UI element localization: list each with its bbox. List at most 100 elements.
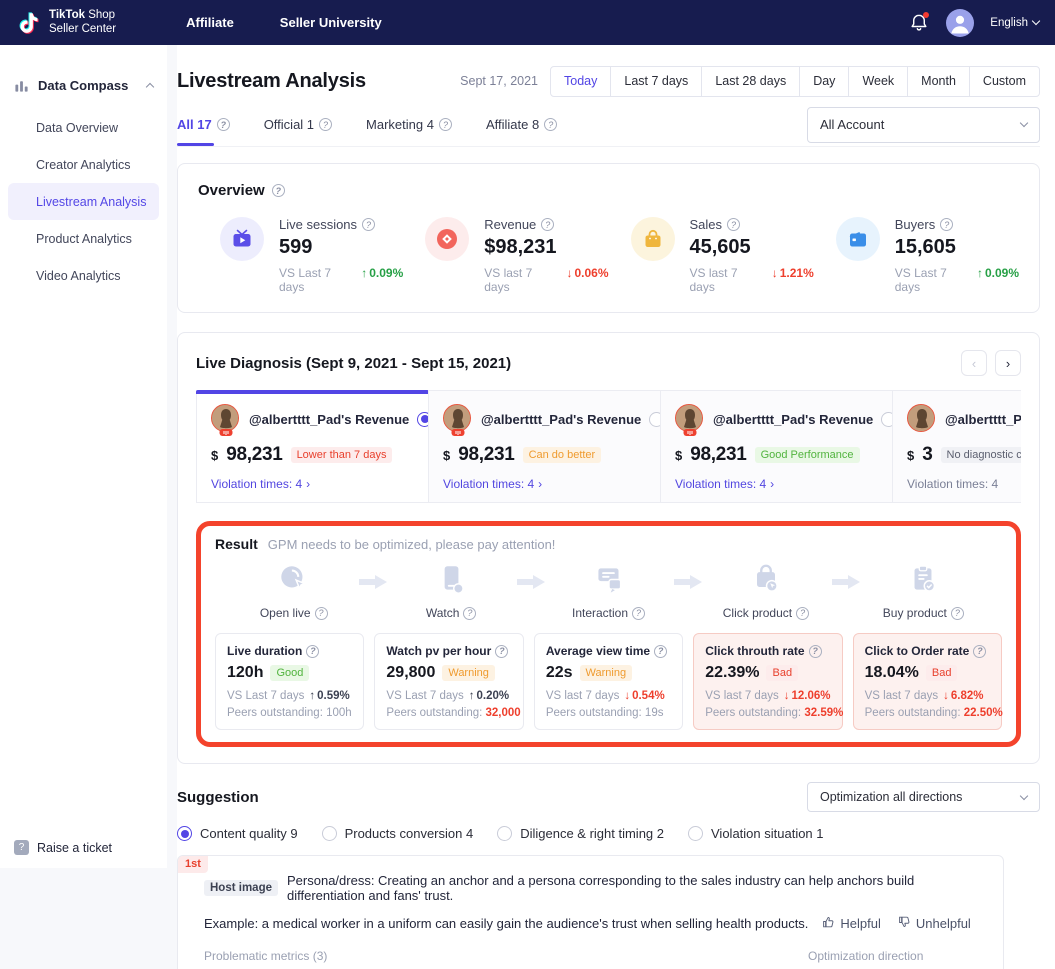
- funnel-step-interaction: Interaction: [530, 562, 687, 620]
- shopping-bag-icon: [631, 217, 675, 261]
- account-revenue: 3: [922, 444, 932, 466]
- help-icon[interactable]: [544, 118, 557, 131]
- metric-vs-label: VS Last 7 days: [386, 690, 463, 702]
- host-avatar: [211, 404, 241, 434]
- nav-link-affiliate[interactable]: Affiliate: [186, 15, 234, 30]
- next-page-button[interactable]: [995, 350, 1021, 376]
- filter-products-conversion[interactable]: Products conversion 4: [322, 826, 474, 841]
- sidebar-items: Data Overview Creator Analytics Livestre…: [0, 109, 167, 294]
- helpful-button[interactable]: Helpful: [821, 915, 880, 932]
- help-icon[interactable]: [315, 607, 328, 620]
- help-icon[interactable]: [319, 118, 332, 131]
- range-button-last-28-days[interactable]: Last 28 days: [701, 66, 800, 97]
- account-card-1[interactable]: @albertttt_Pad's Revenue $ 98,231 Lower …: [196, 390, 429, 503]
- help-icon[interactable]: [809, 645, 822, 658]
- help-icon[interactable]: [796, 607, 809, 620]
- unhelpful-button[interactable]: Unhelpful: [897, 915, 971, 932]
- prev-page-button[interactable]: [961, 350, 987, 376]
- help-icon[interactable]: [495, 645, 508, 658]
- help-icon[interactable]: [217, 118, 230, 131]
- optimization-direction-dropdown[interactable]: Optimization all directions: [807, 782, 1040, 812]
- help-icon[interactable]: [463, 607, 476, 620]
- user-avatar[interactable]: [946, 9, 974, 37]
- brand-logo[interactable]: TikTok Shop Seller Center: [16, 9, 116, 37]
- sidebar-item-video-analytics[interactable]: Video Analytics: [0, 257, 167, 294]
- filter-radio[interactable]: [497, 826, 512, 841]
- sidebar-item-data-overview[interactable]: Data Overview: [0, 109, 167, 146]
- sidebar-section-data-compass[interactable]: Data Compass: [0, 78, 167, 93]
- violation-times-link[interactable]: Violation times: 4: [675, 477, 878, 491]
- range-button-week[interactable]: Week: [848, 66, 908, 97]
- page-header: Livestream Analysis Sept 17, 2021 Today …: [177, 59, 1040, 103]
- account-handle: @albertttt_Pad's Revenue: [249, 412, 409, 427]
- trend-up-icon: ↑: [309, 690, 315, 702]
- brand-line1-bold: TikTok: [49, 9, 85, 21]
- raise-a-ticket[interactable]: Raise a ticket: [14, 840, 112, 855]
- help-icon[interactable]: [654, 645, 667, 658]
- currency-symbol: $: [211, 448, 218, 463]
- overview-stats: Live sessions 599 VS Last 7 days↑0.09% R…: [198, 217, 1019, 294]
- tab-affiliate-label: Affiliate 8: [486, 117, 539, 132]
- account-card-4[interactable]: @albertttt_Pad's Revenue $ 3 No diagnost…: [892, 390, 1021, 503]
- filter-content-quality[interactable]: Content quality 9: [177, 826, 298, 841]
- account-select-dropdown[interactable]: All Account: [807, 107, 1040, 143]
- tab-marketing[interactable]: Marketing 4: [366, 103, 452, 146]
- live-diagnosis-card: Live Diagnosis (Sept 9, 2021 - Sept 15, …: [177, 332, 1040, 764]
- filter-label: Products conversion 4: [345, 826, 474, 841]
- metric-card-average-view-time: Average view time 22sWarning VS last 7 d…: [534, 633, 683, 730]
- trend-down-icon: ↓: [943, 690, 949, 702]
- filter-radio[interactable]: [688, 826, 703, 841]
- funnel-step-open-live: Open live: [215, 562, 372, 620]
- range-button-custom[interactable]: Custom: [969, 66, 1040, 97]
- overview-card: Overview Live sessions 599 VS Last 7 day…: [177, 163, 1040, 313]
- optimization-direction-label: Optimization direction: [808, 949, 977, 963]
- currency-symbol: $: [443, 448, 450, 463]
- click-product-icon: [748, 562, 784, 601]
- tab-official[interactable]: Official 1: [264, 103, 332, 146]
- tab-affiliate[interactable]: Affiliate 8: [486, 103, 557, 146]
- help-icon[interactable]: [727, 218, 740, 231]
- help-icon[interactable]: [951, 607, 964, 620]
- sidebar-item-livestream-analysis[interactable]: Livestream Analysis: [8, 183, 159, 220]
- filter-radio[interactable]: [177, 826, 192, 841]
- filter-diligence-timing[interactable]: Diligence & right timing 2: [497, 826, 664, 841]
- bar-chart-icon: [14, 78, 29, 93]
- help-icon[interactable]: [306, 645, 319, 658]
- help-icon[interactable]: [362, 218, 375, 231]
- sidebar: Data Compass Data Overview Creator Analy…: [0, 45, 167, 868]
- account-card-2[interactable]: @albertttt_Pad's Revenue $ 98,231 Can do…: [428, 390, 661, 503]
- stat-live-sessions: Live sessions 599 VS Last 7 days↑0.09%: [198, 217, 403, 294]
- violation-times-link[interactable]: Violation times: 4: [443, 477, 646, 491]
- sidebar-item-product-analytics[interactable]: Product Analytics: [0, 220, 167, 257]
- violation-times-link[interactable]: Violation times: 4: [211, 477, 414, 491]
- range-button-day[interactable]: Day: [799, 66, 849, 97]
- range-button-last-7-days[interactable]: Last 7 days: [610, 66, 702, 97]
- tab-all[interactable]: All 17: [177, 103, 230, 146]
- account-handle: @albertttt_Pad's Revenue: [481, 412, 641, 427]
- help-icon[interactable]: [541, 218, 554, 231]
- stat-vs-label: VS Last 7 days: [895, 266, 971, 294]
- range-button-today[interactable]: Today: [550, 66, 611, 97]
- language-selector[interactable]: English: [990, 17, 1039, 29]
- filter-radio[interactable]: [322, 826, 337, 841]
- live-tv-icon: [220, 217, 264, 261]
- main-content: Livestream Analysis Sept 17, 2021 Today …: [177, 45, 1055, 969]
- metric-badge: Bad: [926, 665, 958, 681]
- filter-violation-situation[interactable]: Violation situation 1: [688, 826, 824, 841]
- currency-symbol: $: [907, 448, 914, 463]
- notification-bell-icon[interactable]: [908, 12, 930, 34]
- help-icon[interactable]: [439, 118, 452, 131]
- peers-label: Peers outstanding:: [546, 707, 642, 719]
- overview-title: Overview: [198, 182, 1019, 199]
- metric-label: Live duration: [227, 644, 302, 658]
- help-icon[interactable]: [973, 645, 986, 658]
- help-icon[interactable]: [632, 607, 645, 620]
- range-button-month[interactable]: Month: [907, 66, 970, 97]
- help-icon[interactable]: [272, 184, 285, 197]
- sidebar-item-creator-analytics[interactable]: Creator Analytics: [0, 146, 167, 183]
- nav-link-seller-university[interactable]: Seller University: [280, 15, 382, 30]
- help-icon[interactable]: [940, 218, 953, 231]
- brand-line1-rest: Shop: [85, 9, 115, 21]
- account-card-3[interactable]: @albertttt_Pad's Revenue $ 98,231 Good P…: [660, 390, 893, 503]
- thumb-up-icon: [821, 915, 835, 932]
